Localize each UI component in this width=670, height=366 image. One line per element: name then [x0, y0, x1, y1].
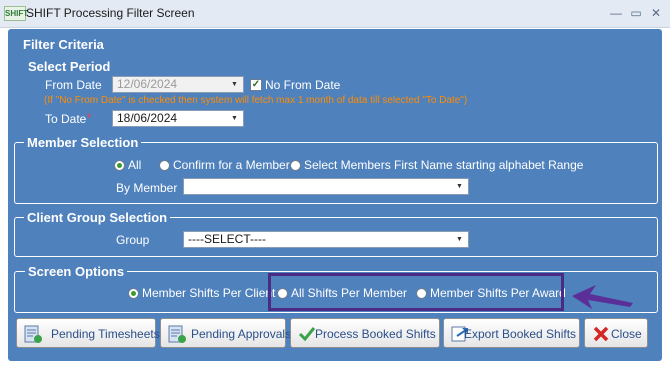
from-date-value: 12/06/2024 [117, 77, 178, 91]
export-booked-shifts-button[interactable]: Export Booked Shifts [443, 318, 580, 348]
member-selection-legend: Member Selection [24, 135, 142, 150]
no-from-date-checkbox[interactable]: ✓ [250, 79, 262, 91]
by-member-dropdown[interactable]: ▼ [183, 178, 469, 195]
client-group-legend: Client Group Selection [24, 210, 171, 225]
group-value: ----SELECT---- [188, 232, 266, 246]
process-booked-shifts-button[interactable]: Process Booked Shifts [290, 318, 440, 348]
to-date-value: 18/06/2024 [117, 111, 178, 125]
filter-criteria-legend: Filter Criteria [20, 37, 107, 52]
pending-approvals-label: Pending Approvals [191, 327, 292, 341]
to-date-picker[interactable]: 18/06/2024 ▼ [112, 110, 244, 127]
minimize-icon[interactable]: — [606, 3, 626, 23]
highlight-box [268, 273, 564, 311]
window-title: SHIFT Processing Filter Screen [26, 6, 195, 20]
screen-options-legend: Screen Options [25, 264, 128, 279]
to-date-label: To Date [45, 112, 87, 126]
close-button[interactable]: Close [584, 318, 648, 348]
radio-confirm-member-label: Confirm for a Member [173, 158, 290, 172]
radio-alphabet-range[interactable] [290, 160, 301, 171]
no-from-date-label: No From Date [265, 78, 341, 92]
timesheet-icon [24, 325, 42, 343]
pending-timesheets-button[interactable]: Pending Timesheets [16, 318, 160, 348]
by-member-label: By Member [116, 181, 178, 195]
radio-confirm-member[interactable] [159, 160, 170, 171]
required-star-icon: * [87, 112, 92, 124]
dropdown-arrow-icon: ▼ [456, 183, 463, 190]
close-label: Close [611, 327, 642, 341]
close-window-icon[interactable]: ✕ [646, 3, 666, 23]
from-date-label: From Date [45, 78, 102, 92]
radio-all-label: All [128, 158, 142, 172]
dropdown-arrow-icon: ▼ [231, 115, 238, 122]
dropdown-arrow-icon: ▼ [231, 81, 238, 88]
select-period-legend: Select Period [25, 59, 114, 74]
close-x-icon [593, 326, 609, 342]
radio-alphabet-range-label: Select Members First Name starting alpha… [304, 158, 584, 172]
group-label: Group [116, 233, 150, 247]
from-date-hint: (If "No From Date" is checked then syste… [44, 95, 468, 106]
group-dropdown[interactable]: ----SELECT---- ▼ [183, 231, 469, 248]
title-bar: SHIFT SHIFT Processing Filter Screen — ▭… [0, 0, 670, 28]
pending-approvals-button[interactable]: Pending Approvals [160, 318, 291, 348]
dropdown-arrow-icon: ▼ [456, 236, 463, 243]
approvals-icon [168, 325, 186, 343]
pointer-arrow-icon [572, 285, 633, 309]
export-booked-shifts-label: Export Booked Shifts [464, 327, 577, 341]
checkmark-icon [298, 327, 316, 342]
app-logo-icon: SHIFT [4, 6, 28, 21]
process-booked-shifts-label: Process Booked Shifts [315, 327, 436, 341]
maximize-icon[interactable]: ▭ [626, 3, 646, 23]
from-date-picker[interactable]: 12/06/2024 ▼ [112, 76, 244, 93]
radio-shifts-per-client-label: Member Shifts Per Client [142, 286, 276, 300]
pending-timesheets-label: Pending Timesheets [51, 327, 160, 341]
radio-shifts-per-client[interactable] [128, 288, 139, 299]
radio-all[interactable] [114, 160, 125, 171]
